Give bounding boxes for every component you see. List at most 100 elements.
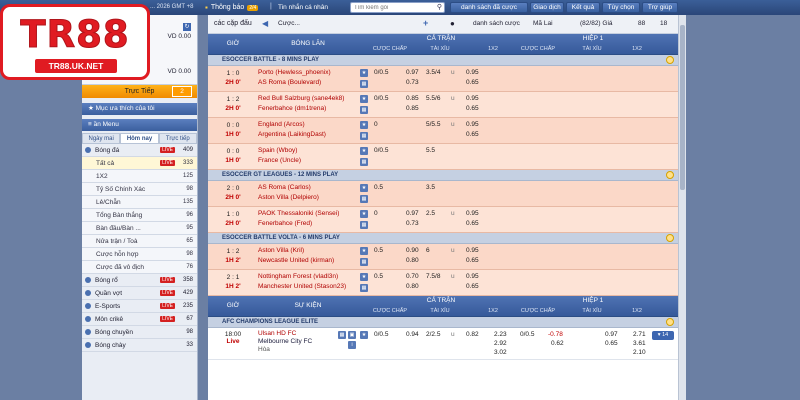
results-button[interactable]: Kết quả [566, 2, 600, 13]
stats-icon[interactable]: ▦ [360, 258, 368, 266]
team-away[interactable]: Aston Villa (Delpiero) [258, 194, 319, 201]
league-header[interactable]: ESOCCER BATTLE VOLTA - 6 MINS PLAY [208, 233, 678, 244]
sidebar-item[interactable]: Tất cả LIVE 333 [82, 157, 197, 170]
refresh-icon[interactable] [666, 234, 674, 242]
odds-under[interactable]: 0.65 [466, 220, 479, 227]
favorite-star-icon[interactable]: ★ [360, 69, 368, 77]
league-header[interactable]: AFC CHAMPIONS LEAGUE ELITE [208, 317, 678, 328]
more-markets-button[interactable]: ▾ 14 [652, 331, 674, 340]
team-away[interactable]: Fenerbahce (dm1trena) [258, 105, 326, 112]
odds-over[interactable]: 0.82 [466, 331, 479, 338]
sidebar-item[interactable]: Tỷ Số Chính Xác 98 [82, 183, 197, 196]
team-home[interactable]: Aston Villa (Kril) [258, 247, 304, 254]
team-home[interactable]: Spain (Wboy) [258, 147, 297, 154]
stats-icon[interactable]: ▦ [360, 284, 368, 292]
stats-icon[interactable]: ▦ [338, 331, 346, 339]
sidebar-item[interactable]: Cược hỗn hợp 98 [82, 248, 197, 261]
tab-live[interactable]: Trực tiếp [158, 133, 197, 144]
league-header[interactable]: ESOCCER GT LEAGUES - 12 MINS PLAY [208, 170, 678, 181]
odds-1x2-draw[interactable]: 3.02 [494, 349, 507, 356]
favorite-star-icon[interactable]: ★ [360, 210, 368, 218]
search-input[interactable] [351, 3, 431, 12]
team-away[interactable]: Melbourne City FC [258, 338, 312, 346]
sidebar-item[interactable]: Bàn đầu/Bàn ... 95 [82, 222, 197, 235]
team-home[interactable]: PAOK Thessaloniki (Sensei) [258, 210, 339, 217]
refresh-icon[interactable] [666, 318, 674, 326]
odds-handicap-away[interactable]: 0.80 [406, 283, 419, 290]
odds-handicap-away[interactable]: 0.73 [406, 220, 419, 227]
brand-logo[interactable]: TR88 TR88.UK.NET [0, 4, 150, 80]
tab-tomorrow[interactable]: Ngày mai [82, 133, 121, 144]
odds-handicap-home[interactable]: 0.85 [406, 95, 419, 102]
team-away[interactable]: Manchester United (Stason23) [258, 283, 346, 290]
sidebar-item[interactable]: Lẻ/Chẵn 135 [82, 196, 197, 209]
refresh-icon[interactable] [666, 171, 674, 179]
sidebar-item[interactable]: Bóng chày 33 [82, 339, 197, 352]
favorite-star-icon[interactable]: ★ [360, 147, 368, 155]
favorite-star-icon[interactable]: ★ [360, 247, 368, 255]
odds-under[interactable]: 0.65 [466, 283, 479, 290]
odds-handicap-home[interactable]: 0.94 [406, 331, 419, 338]
odds-1x2-away[interactable]: 2.92 [494, 340, 507, 347]
odds-over[interactable]: 0.95 [466, 95, 479, 102]
odds-under[interactable]: 0.65 [466, 257, 479, 264]
team-away[interactable]: France (Uncle) [258, 157, 301, 164]
help-button[interactable]: Trợ giúp [642, 2, 678, 13]
odds-over[interactable]: 0.95 [466, 210, 479, 217]
odds-type-dropdown[interactable]: danh sách cược [473, 20, 520, 27]
transactions-button[interactable]: Giao dịch [530, 2, 564, 13]
speaker-icon[interactable]: ◀ [262, 19, 268, 28]
sidebar-item[interactable]: Bóng đá LIVE 409 [82, 144, 197, 157]
scrollbar-thumb[interactable] [680, 25, 685, 190]
odds-handicap-home[interactable]: 0.90 [406, 247, 419, 254]
odds-under[interactable]: 0.65 [466, 79, 479, 86]
refresh-icon[interactable]: ↻ [183, 23, 191, 31]
odds-handicap-h1-home[interactable]: -0.78 [548, 331, 563, 338]
sidebar-item[interactable]: Nửa trận / Toà 65 [82, 235, 197, 248]
favorite-star-icon[interactable]: ★ [360, 95, 368, 103]
live-button[interactable]: Trực Tiếp 2 [82, 85, 197, 98]
favorites-header[interactable]: ★ Mục ưa thích của tôi [82, 103, 197, 115]
stats-icon[interactable]: ▦ [360, 106, 368, 114]
odds-format-dropdown[interactable]: Mã Lai [533, 20, 553, 27]
stats-icon[interactable]: ▦ [360, 221, 368, 229]
odds-over[interactable]: 0.95 [466, 121, 479, 128]
sidebar-item[interactable]: E-Sports LIVE 235 [82, 300, 197, 313]
search-box[interactable]: ⚲ [350, 2, 445, 13]
sidebar-item[interactable]: Bóng rổ LIVE 358 [82, 274, 197, 287]
add-icon[interactable]: + [423, 18, 428, 28]
odds-handicap-away[interactable]: 0.85 [406, 105, 419, 112]
team-home[interactable]: Porto (Hewless_phoenix) [258, 69, 331, 76]
team-home[interactable]: AS Roma (Carlos) [258, 184, 311, 191]
scrollbar[interactable] [678, 15, 686, 400]
stats-icon[interactable]: ▦ [360, 80, 368, 88]
odds-1x2-home[interactable]: 2.23 [494, 331, 507, 338]
sidebar-item[interactable]: Bóng chuyền 98 [82, 326, 197, 339]
odds-handicap-home[interactable]: 0.97 [406, 210, 419, 217]
refresh-icon[interactable] [666, 56, 674, 64]
odds-handicap-home[interactable]: 0.70 [406, 273, 419, 280]
team-home[interactable]: England (Arcos) [258, 121, 305, 128]
options-button[interactable]: Tùy chọn [602, 2, 640, 13]
team-away[interactable]: AS Roma (Boulevard) [258, 79, 321, 86]
odds-handicap-away[interactable]: 0.80 [406, 257, 419, 264]
odds-ou-h1-under[interactable]: 0.65 [605, 340, 618, 347]
info-icon[interactable]: i [348, 341, 356, 349]
sidebar-item[interactable]: Tổng Bàn thắng 96 [82, 209, 197, 222]
tab-today[interactable]: Hôm nay [120, 133, 159, 144]
tv-icon[interactable]: ▣ [348, 331, 356, 339]
team-home[interactable]: Nottingham Forest (vladl3n) [258, 273, 338, 280]
team-home[interactable]: Red Bull Salzburg (sane4ek8) [258, 95, 344, 102]
odds-handicap-away[interactable]: 0.73 [406, 79, 419, 86]
stats-icon[interactable]: ▦ [360, 195, 368, 203]
odds-under[interactable]: 0.65 [466, 131, 479, 138]
sidebar-item[interactable]: 1X2 125 [82, 170, 197, 183]
odds-1x2-h1-home[interactable]: 2.71 [633, 331, 646, 338]
sidebar-item[interactable]: Quần vợt LIVE 429 [82, 287, 197, 300]
team-away[interactable]: Fenerbahce (Fred) [258, 220, 312, 227]
stats-icon[interactable]: ▦ [360, 132, 368, 140]
league-header[interactable]: ESOCCER BATTLE - 8 MINS PLAY [208, 55, 678, 66]
stats-icon[interactable]: ▦ [360, 158, 368, 166]
menu-header[interactable]: ≡ ần Menu [82, 119, 197, 131]
odds-1x2-h1-away[interactable]: 3.61 [633, 340, 646, 347]
